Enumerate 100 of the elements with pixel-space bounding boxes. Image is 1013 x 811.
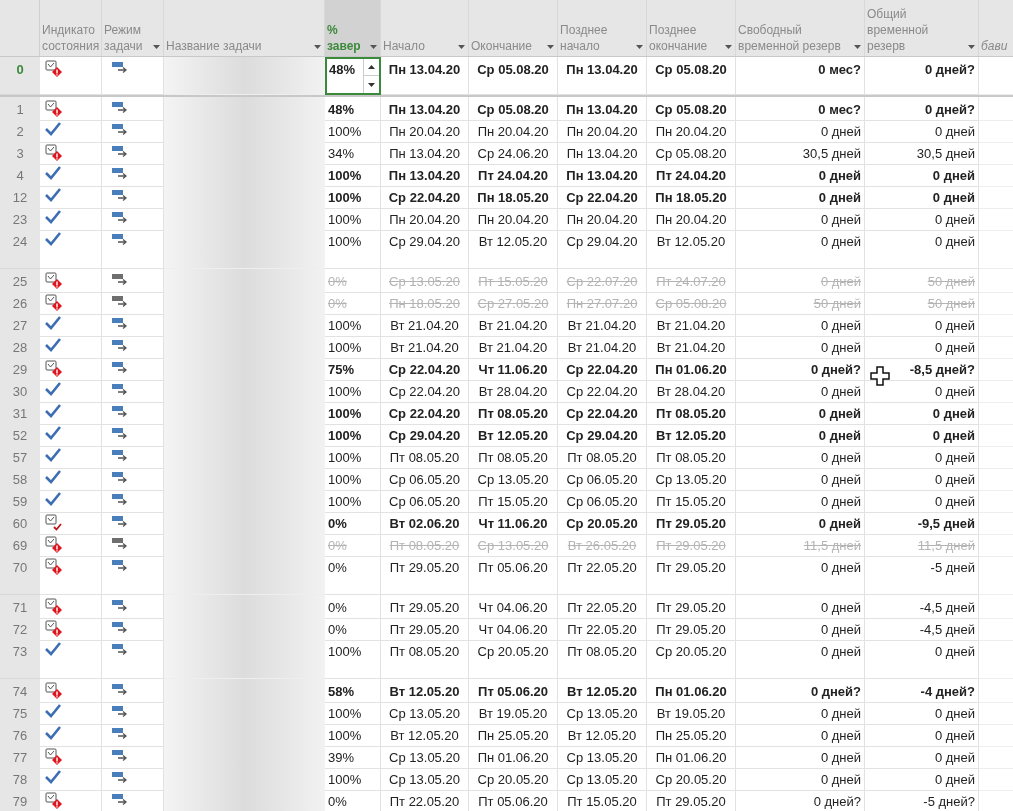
table-cell: 100% [325,313,381,337]
calendar-warning-icon [45,360,63,378]
spin-up-button[interactable] [363,59,379,76]
table-cell: 0% [325,595,381,619]
row-number[interactable]: 1 [0,97,40,121]
table-cell: 0 мес? [736,57,865,95]
row-number[interactable]: 58 [0,467,40,491]
row-number[interactable]: 23 [0,207,40,231]
percent-complete-field[interactable]: 48% [325,57,381,95]
column-header[interactable]: Общий временной резерв [865,0,979,56]
row-number[interactable]: 12 [0,185,40,209]
table-cell: Ср 29.04.20 [558,229,647,269]
table-cell: Ср 06.05.20 [381,467,469,491]
row-number[interactable]: 79 [0,789,40,811]
column-header[interactable]: Позднее начало [558,0,647,56]
checkmark-icon [45,704,61,718]
table-cell: Ср 22.04.20 [381,379,469,403]
dropdown-arrow-icon[interactable] [370,45,377,49]
table-cell: 100% [325,467,381,491]
dropdown-arrow-icon[interactable] [458,45,465,49]
auto-scheduled-icon [112,622,128,633]
row-number[interactable]: 59 [0,489,40,513]
row-number[interactable]: 26 [0,291,40,315]
row-number[interactable]: 60 [0,511,40,535]
table-cell: Пн 13.04.20 [558,57,647,95]
row-number[interactable]: 72 [0,617,40,641]
column-header[interactable]: Начало [381,0,469,56]
table-cell: 0 дней [736,423,865,447]
table-cell: 0 дней [736,701,865,725]
dropdown-arrow-icon[interactable] [854,45,861,49]
table-cell: Пн 13.04.20 [381,163,469,187]
table-cell: 0 дней [865,423,979,447]
auto-scheduled-icon [112,706,128,717]
row-number[interactable]: 3 [0,141,40,165]
row-number[interactable]: 77 [0,745,40,769]
dropdown-arrow-icon[interactable] [547,45,554,49]
dropdown-arrow-icon[interactable] [314,45,321,49]
table-cell: 100% [325,489,381,513]
cursor-icon [870,366,890,386]
table-cell: Пт 22.05.20 [558,595,647,619]
row-number[interactable]: 30 [0,379,40,403]
row-number[interactable]: 25 [0,269,40,293]
table-cell: 0 дней [736,379,865,403]
table-cell: Пт 22.05.20 [381,789,469,811]
table-cell: Ср 13.05.20 [469,533,558,557]
row-number[interactable]: 57 [0,445,40,469]
table-cell: Пт 22.05.20 [558,555,647,595]
auto-scheduled-icon [112,234,128,245]
row-number[interactable]: 69 [0,533,40,557]
auto-scheduled-icon [112,102,128,113]
row-number[interactable]: 27 [0,313,40,337]
table-cell: Пт 24.04.20 [469,163,558,187]
row-number[interactable]: 70 [0,555,40,595]
table-cell: Вт 12.05.20 [647,423,736,447]
column-header[interactable]: Позднее окончание [647,0,736,56]
row-number[interactable]: 75 [0,701,40,725]
table-cell: Ср 22.07.20 [558,269,647,293]
table-cell: Чт 11.06.20 [469,357,558,381]
row-number[interactable]: 71 [0,595,40,619]
row-number[interactable]: 52 [0,423,40,447]
table-cell: 0 дней [736,119,865,143]
row-number[interactable]: 74 [0,679,40,703]
table-cell: 0 дней? [736,679,865,703]
row-number[interactable]: 28 [0,335,40,359]
auto-scheduled-icon [112,190,128,201]
row-number[interactable]: 4 [0,163,40,187]
row-number[interactable]: 29 [0,357,40,381]
row-number[interactable]: 73 [0,639,40,679]
row-number[interactable]: 2 [0,119,40,143]
table-cell: Ср 13.05.20 [558,767,647,791]
table-cell: Вт 12.05.20 [381,679,469,703]
auto-scheduled-icon [112,362,128,373]
column-header[interactable]: Индикато состояния [40,0,102,56]
dropdown-arrow-icon[interactable] [153,45,160,49]
dropdown-arrow-icon[interactable] [725,45,732,49]
row-number[interactable]: 0 [0,57,40,95]
table-cell: Пн 27.07.20 [558,291,647,315]
table-cell: Пт 29.05.20 [381,555,469,595]
row-number[interactable]: 24 [0,229,40,269]
row-number[interactable]: 31 [0,401,40,425]
column-header[interactable]: % завер [325,0,381,56]
table-cell: Пт 15.05.20 [469,489,558,513]
table-cell: 11,5 дней [865,533,979,557]
checkmark-icon [45,770,61,784]
dropdown-arrow-icon[interactable] [968,45,975,49]
row-number[interactable]: 78 [0,767,40,791]
table-cell: Ср 05.08.20 [647,97,736,121]
row-number[interactable]: 76 [0,723,40,747]
table-cell: Ср 22.04.20 [381,401,469,425]
dropdown-arrow-icon[interactable] [636,45,643,49]
table-cell: 0 дней [865,229,979,269]
auto-scheduled-icon [112,750,128,761]
calendar-warning-icon [45,598,63,616]
table-cell: Ср 20.05.20 [558,511,647,535]
table-cell: Пт 29.05.20 [647,595,736,619]
column-header[interactable]: бави [979,0,1013,56]
column-header[interactable]: Окончание [469,0,558,56]
column-header[interactable]: Свободный временной резерв [736,0,865,56]
column-header[interactable]: Режим задачи [102,0,164,56]
table-cell: Пн 13.04.20 [558,163,647,187]
